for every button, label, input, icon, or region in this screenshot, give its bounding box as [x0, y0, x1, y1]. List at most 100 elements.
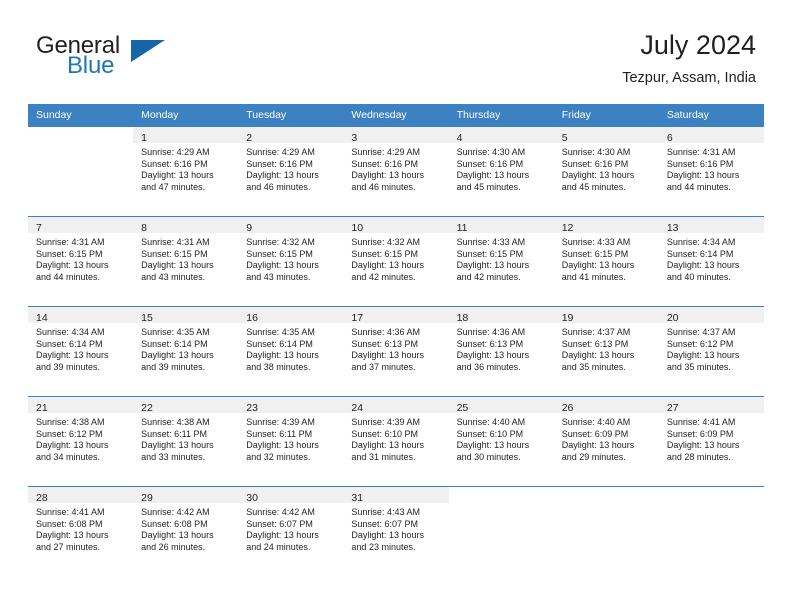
calendar-week-row: 1 Sunrise: 4:29 AM Sunset: 6:16 PM Daylight…	[28, 126, 764, 216]
sunset-text: Sunset: 6:10 PM	[456, 428, 524, 439]
calendar-cell: 1 Sunrise: 4:29 AM Sunset: 6:16 PM Daylight…	[133, 126, 239, 216]
daylight-text-line1: Daylight: 13 hours	[36, 440, 109, 451]
daylight-text-line1: Daylight: 13 hours	[561, 440, 635, 451]
calendar-day[interactable]: 9 Sunrise: 4:32 AM Sunset: 6:15 PM Daylight…	[238, 216, 344, 306]
sunset-text: Sunset: 6:15 PM	[351, 248, 418, 259]
calendar-day[interactable]: 1 Sunrise: 4:29 AM Sunset: 6:16 PM Daylight…	[133, 126, 239, 216]
day-number-band: 4	[448, 127, 554, 144]
calendar-day[interactable]: 8 Sunrise: 4:31 AM Sunset: 6:15 PM Daylight…	[133, 216, 239, 306]
daylight-text-line2: and 30 minutes.	[456, 451, 521, 462]
calendar-day[interactable]: 29 Sunrise: 4:42 AM Sunset: 6:08 PM Dayligh…	[133, 486, 239, 576]
day-details: Sunrise: 4:29 AM Sunset: 6:16 PM Daylight:…	[343, 143, 448, 193]
day-number: 6	[666, 132, 673, 144]
calendar-cell: 31 Sunrise: 4:43 AM Sunset: 6:07 PM Dayligh…	[343, 486, 449, 576]
sunrise-text: Sunrise: 4:42 AM	[141, 507, 210, 517]
day-number: 15	[141, 312, 153, 324]
daylight-text-line1: Daylight: 13 hours	[666, 440, 740, 451]
day-number: 19	[561, 312, 574, 324]
calendar-day[interactable]: 23 Sunrise: 4:39 AM Sunset: 6:11 PM Dayligh…	[238, 396, 344, 486]
sunset-text: Sunset: 6:09 PM	[666, 428, 734, 439]
sunrise-text: Sunrise: 4:34 AM	[36, 327, 105, 337]
calendar-day[interactable]: 21 Sunrise: 4:38 AM Sunset: 6:12 PM Dayligh…	[28, 396, 134, 486]
sunrise-text: Sunrise: 4:40 AM	[456, 417, 526, 427]
day-number-band	[28, 127, 133, 143]
weekday-header-monday: Monday	[133, 104, 239, 126]
calendar-day[interactable]: 22 Sunrise: 4:38 AM Sunset: 6:11 PM Dayligh…	[133, 396, 239, 486]
calendar-day[interactable]: 13 Sunrise: 4:34 AM Sunset: 6:14 PM Dayligh…	[658, 216, 764, 306]
day-number: 24	[351, 402, 364, 414]
day-number: 5	[561, 132, 568, 144]
sunrise-text: Sunrise: 4:30 AM	[456, 147, 526, 157]
calendar-day[interactable]: 27 Sunrise: 4:41 AM Sunset: 6:09 PM Dayligh…	[658, 396, 764, 486]
calendar-cell: 22 Sunrise: 4:38 AM Sunset: 6:11 PM Dayligh…	[133, 396, 239, 486]
day-number: 23	[246, 402, 258, 414]
calendar-cell	[553, 486, 659, 576]
calendar-day[interactable]: 11 Sunrise: 4:33 AM Sunset: 6:15 PM Dayligh…	[448, 216, 554, 306]
day-number: 13	[666, 222, 679, 234]
day-number: 30	[246, 492, 258, 504]
day-number-band: 11	[448, 217, 554, 234]
daylight-text-line2: and 42 minutes.	[456, 271, 521, 282]
calendar-day[interactable]: 28 Sunrise: 4:41 AM Sunset: 6:08 PM Dayligh…	[28, 486, 134, 576]
day-number-band: 1	[133, 127, 239, 144]
sunrise-text: Sunrise: 4:32 AM	[351, 237, 420, 247]
calendar-day[interactable]: 3 Sunrise: 4:29 AM Sunset: 6:16 PM Daylight…	[343, 126, 449, 216]
day-details: Sunrise: 4:38 AM Sunset: 6:12 PM Daylight:…	[28, 413, 133, 463]
calendar-day[interactable]: 31 Sunrise: 4:43 AM Sunset: 6:07 PM Dayligh…	[343, 486, 449, 576]
calendar-day[interactable]: 18 Sunrise: 4:36 AM Sunset: 6:13 PM Dayligh…	[448, 306, 554, 396]
day-number: 27	[666, 402, 679, 414]
day-number: 16	[246, 312, 258, 324]
day-number-band: 31	[343, 487, 449, 504]
calendar-cell: 19 Sunrise: 4:37 AM Sunset: 6:13 PM Dayligh…	[553, 306, 659, 396]
daylight-text-line1: Daylight: 13 hours	[456, 260, 530, 271]
calendar-day[interactable]: 16 Sunrise: 4:35 AM Sunset: 6:14 PM Dayligh…	[238, 306, 344, 396]
day-details: Sunrise: 4:42 AM Sunset: 6:08 PM Daylight:…	[133, 503, 238, 553]
daylight-text-line2: and 47 minutes.	[141, 181, 206, 192]
daylight-text-line2: and 35 minutes.	[666, 361, 731, 372]
calendar-day[interactable]: 7 Sunrise: 4:31 AM Sunset: 6:15 PM Daylight…	[28, 216, 134, 306]
day-number: 12	[561, 222, 574, 234]
calendar-day[interactable]: 4 Sunrise: 4:30 AM Sunset: 6:16 PM Daylight…	[448, 126, 554, 216]
general-blue-logo[interactable]: General Blue	[36, 32, 236, 88]
calendar-day[interactable]: 10 Sunrise: 4:32 AM Sunset: 6:15 PM Dayligh…	[343, 216, 449, 306]
calendar-cell: 17 Sunrise: 4:36 AM Sunset: 6:13 PM Dayligh…	[343, 306, 449, 396]
calendar-day[interactable]: 19 Sunrise: 4:37 AM Sunset: 6:13 PM Dayligh…	[553, 306, 659, 396]
calendar-day[interactable]: 14 Sunrise: 4:34 AM Sunset: 6:14 PM Dayligh…	[28, 306, 134, 396]
calendar-day[interactable]: 17 Sunrise: 4:36 AM Sunset: 6:13 PM Dayligh…	[343, 306, 449, 396]
calendar-week-row: 14 Sunrise: 4:34 AM Sunset: 6:14 PM Dayligh…	[28, 306, 764, 396]
calendar-day[interactable]: 6 Sunrise: 4:31 AM Sunset: 6:16 PM Daylight…	[658, 126, 764, 216]
day-number: 4	[456, 132, 463, 144]
calendar-week-row: 21 Sunrise: 4:38 AM Sunset: 6:12 PM Dayligh…	[28, 396, 764, 486]
calendar-day[interactable]: 5 Sunrise: 4:30 AM Sunset: 6:16 PM Daylight…	[553, 126, 659, 216]
day-number-band: 6	[658, 127, 764, 144]
day-details: Sunrise: 4:29 AM Sunset: 6:16 PM Daylight:…	[238, 143, 343, 193]
calendar-day[interactable]: 2 Sunrise: 4:29 AM Sunset: 6:16 PM Daylight…	[238, 126, 344, 216]
day-number: 1	[141, 132, 147, 144]
day-number-band: 20	[658, 307, 764, 324]
day-details: Sunrise: 4:36 AM Sunset: 6:13 PM Daylight:…	[343, 323, 448, 373]
day-number-band: 21	[28, 397, 134, 414]
calendar-day[interactable]: 24 Sunrise: 4:39 AM Sunset: 6:10 PM Dayligh…	[343, 396, 449, 486]
calendar-day[interactable]: 25 Sunrise: 4:40 AM Sunset: 6:10 PM Dayligh…	[448, 396, 554, 486]
calendar-cell: 18 Sunrise: 4:36 AM Sunset: 6:13 PM Dayligh…	[448, 306, 554, 396]
daylight-text-line2: and 29 minutes.	[561, 451, 626, 462]
day-details: Sunrise: 4:31 AM Sunset: 6:15 PM Daylight:…	[28, 233, 133, 283]
daylight-text-line2: and 39 minutes.	[141, 361, 206, 372]
sunset-text: Sunset: 6:07 PM	[351, 518, 418, 529]
calendar-cell: 27 Sunrise: 4:41 AM Sunset: 6:09 PM Dayligh…	[658, 396, 764, 486]
day-details: Sunrise: 4:34 AM Sunset: 6:14 PM Daylight:…	[659, 233, 764, 283]
calendar-day[interactable]: 30 Sunrise: 4:42 AM Sunset: 6:07 PM Dayligh…	[238, 486, 344, 576]
daylight-text-line2: and 43 minutes.	[246, 271, 311, 282]
calendar-day[interactable]: 12 Sunrise: 4:33 AM Sunset: 6:15 PM Dayligh…	[553, 216, 659, 306]
day-number-band: 12	[553, 217, 659, 234]
calendar-day[interactable]: 20 Sunrise: 4:37 AM Sunset: 6:12 PM Dayligh…	[658, 306, 764, 396]
sunset-text: Sunset: 6:12 PM	[666, 338, 734, 349]
sunset-text: Sunset: 6:07 PM	[246, 518, 313, 529]
daylight-text-line1: Daylight: 13 hours	[36, 350, 109, 361]
day-number-band: 26	[553, 397, 659, 414]
calendar-cell: 6 Sunrise: 4:31 AM Sunset: 6:16 PM Daylight…	[658, 126, 764, 216]
calendar-cell: 12 Sunrise: 4:33 AM Sunset: 6:15 PM Dayligh…	[553, 216, 659, 306]
day-number-band: 13	[658, 217, 764, 234]
calendar-day[interactable]: 26 Sunrise: 4:40 AM Sunset: 6:09 PM Dayligh…	[553, 396, 659, 486]
calendar-day[interactable]: 15 Sunrise: 4:35 AM Sunset: 6:14 PM Dayligh…	[133, 306, 239, 396]
